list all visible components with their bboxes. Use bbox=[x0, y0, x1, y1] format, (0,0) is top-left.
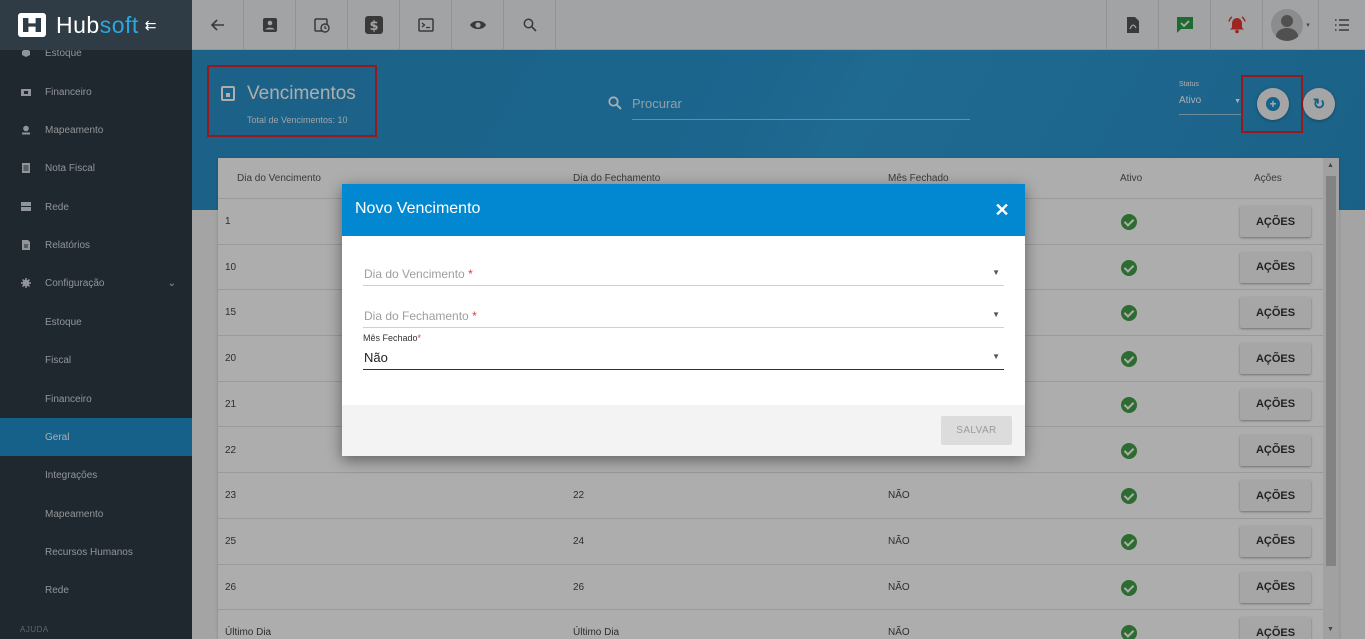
chevron-down-icon: ▼ bbox=[992, 310, 1000, 319]
logo: Hubsoft ⇇ bbox=[0, 0, 192, 50]
mes-fechado-value: Não bbox=[364, 350, 388, 365]
close-icon[interactable]: ✕ bbox=[992, 200, 1012, 220]
dia-vencimento-placeholder: Dia do Vencimento bbox=[364, 267, 465, 281]
hubsoft-logo-icon bbox=[18, 13, 46, 37]
dialog-header: Novo Vencimento ✕ bbox=[342, 184, 1025, 236]
dia-fechamento-placeholder: Dia do Fechamento bbox=[364, 309, 469, 323]
dia-vencimento-select[interactable]: Dia do Vencimento * ▼ bbox=[363, 262, 1004, 286]
chevron-down-icon: ▼ bbox=[992, 268, 1000, 277]
mes-fechado-label: Mês Fechado bbox=[363, 333, 418, 343]
dialog-title: Novo Vencimento bbox=[355, 200, 481, 217]
dialog-footer: SALVAR bbox=[342, 405, 1025, 456]
logo-text-hub: Hub bbox=[56, 11, 100, 38]
dia-fechamento-select[interactable]: Dia do Fechamento * ▼ bbox=[363, 304, 1004, 328]
required-mark: * bbox=[417, 333, 422, 343]
collapse-menu-icon[interactable]: ⇇ bbox=[145, 17, 157, 34]
chevron-down-icon: ▼ bbox=[992, 352, 1000, 361]
mes-fechado-select[interactable]: Não ▼ bbox=[363, 346, 1004, 370]
save-button[interactable]: SALVAR bbox=[941, 416, 1012, 445]
required-mark: * bbox=[468, 267, 473, 281]
logo-text-soft: soft bbox=[99, 11, 139, 38]
required-mark: * bbox=[472, 309, 477, 323]
novo-vencimento-dialog: Novo Vencimento ✕ Dia do Vencimento * ▼ … bbox=[342, 184, 1025, 456]
